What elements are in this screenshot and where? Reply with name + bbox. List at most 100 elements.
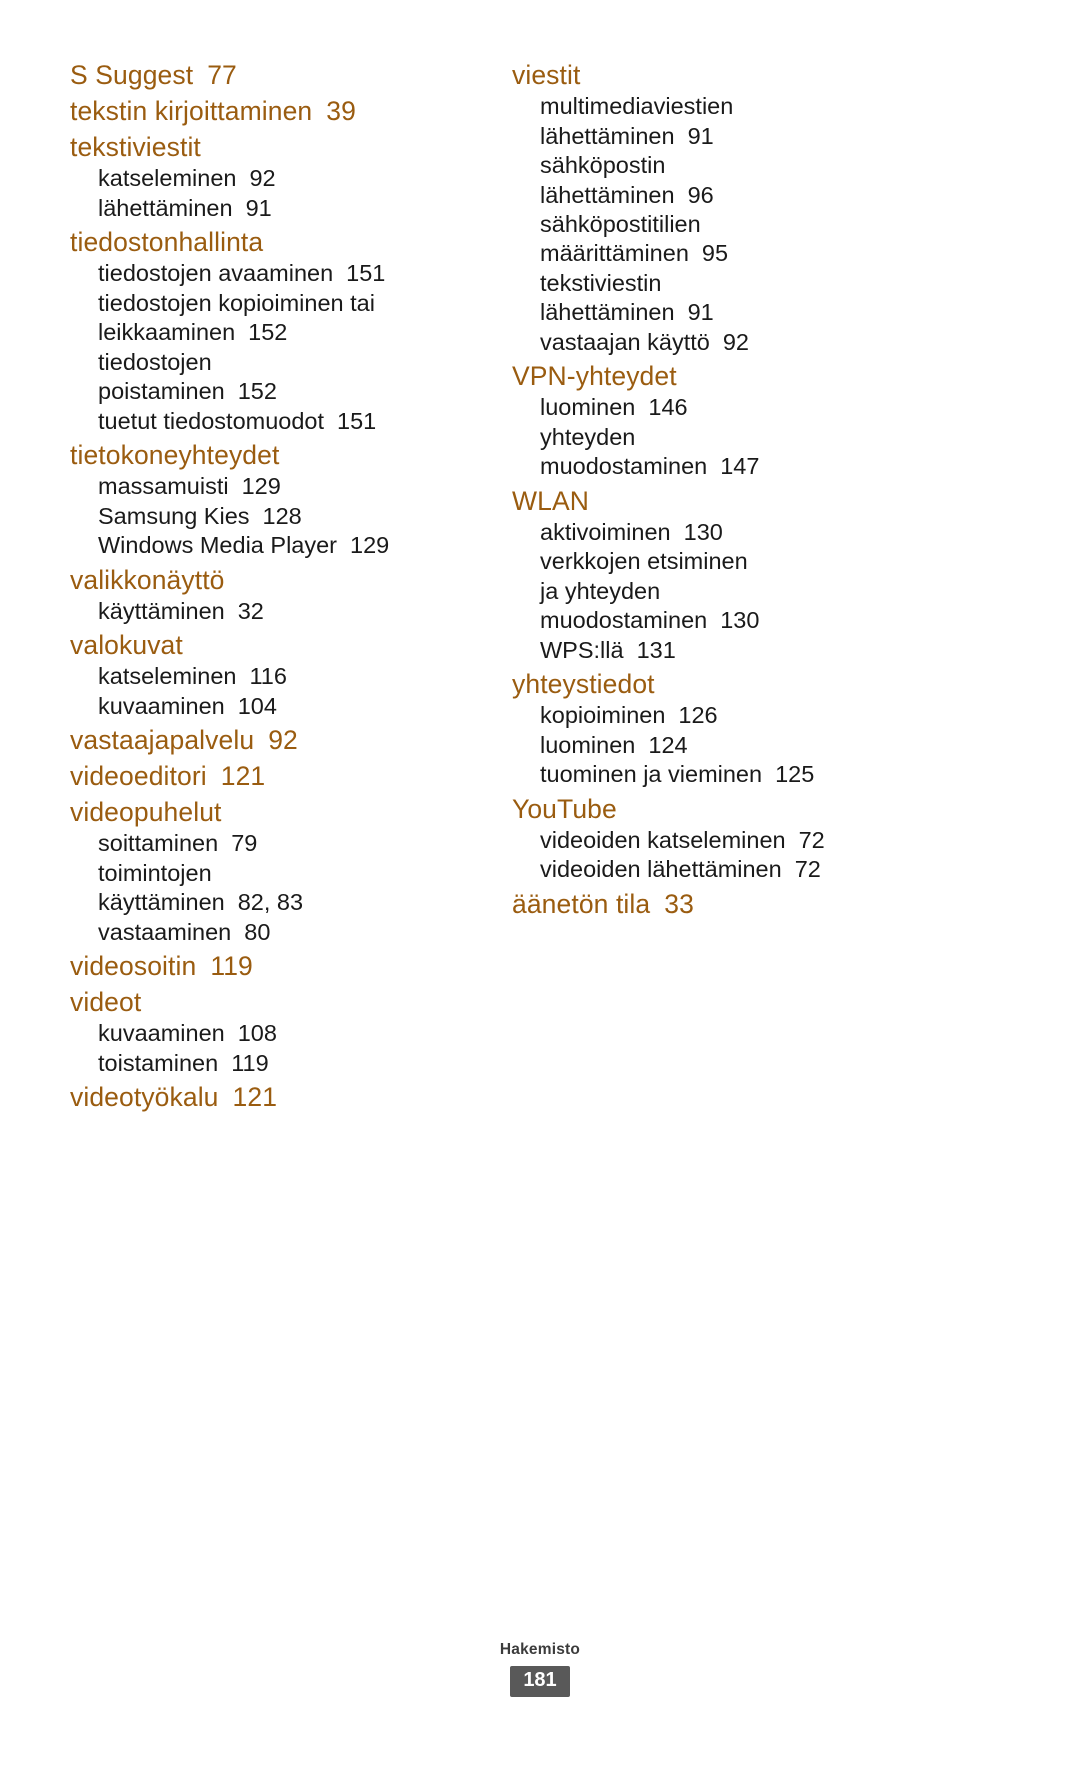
- index-subentry[interactable]: soittaminen 79: [70, 829, 498, 858]
- index-entry-term: valokuvat: [70, 630, 183, 661]
- index-subentry[interactable]: vastaaminen 80: [70, 918, 498, 947]
- index-subentry-page: 124: [648, 731, 688, 758]
- index-entry-heading-tiedostonhallinta[interactable]: tiedostonhallinta: [70, 225, 498, 259]
- index-subentry[interactable]: leikkaaminen 152: [70, 318, 498, 347]
- index-entry: viestit multimediaviestien lähettäminen 91 s…: [512, 58, 940, 357]
- index-entry: tiedostonhallinta tiedostojen avaaminen 15…: [70, 225, 498, 436]
- index-columns: S Suggest 77 tekstin kirjoittaminen 39 tekst…: [70, 58, 1010, 1116]
- index-entry-heading-yhteystiedot[interactable]: yhteystiedot: [512, 667, 940, 701]
- index-subentry-page: 72: [798, 826, 825, 853]
- index-subentry[interactable]: muodostaminen 147: [512, 452, 940, 481]
- index-subentry[interactable]: lähettäminen 91: [70, 194, 498, 223]
- index-subentry[interactable]: lähettäminen 91: [512, 298, 940, 327]
- index-subentry[interactable]: verkkojen etsiminen: [512, 547, 940, 576]
- index-entry-term: äänetön tila: [512, 888, 651, 919]
- page-footer: Hakemisto 181: [0, 1641, 1080, 1697]
- index-entry-heading-tekstiviestit[interactable]: tekstiviestit: [70, 130, 498, 164]
- index-subentry[interactable]: aktivoiminen 130: [512, 518, 940, 547]
- index-subentry-label: sähköpostitilien: [540, 210, 701, 237]
- index-subentry[interactable]: WPS:llä 131: [512, 636, 940, 665]
- index-subentry[interactable]: tuetut tiedostomuodot 151: [70, 407, 498, 436]
- index-subentry[interactable]: käyttäminen 32: [70, 597, 498, 626]
- index-subentry[interactable]: videoiden katseleminen 72: [512, 826, 940, 855]
- index-subentry[interactable]: muodostaminen 130: [512, 606, 940, 635]
- index-subentry-label: lähettäminen: [540, 181, 675, 208]
- index-entry: tietokoneyhteydet massamuisti 129 Samsung K…: [70, 438, 498, 561]
- index-subentry-label: verkkojen etsiminen: [540, 548, 748, 575]
- index-subentry[interactable]: toistaminen 119: [70, 1049, 498, 1078]
- index-entry-heading-s-suggest[interactable]: S Suggest 77: [70, 58, 498, 92]
- index-subentry-page: 91: [687, 299, 714, 326]
- index-entry-term: S Suggest: [70, 60, 194, 90]
- index-subentry[interactable]: katseleminen 92: [70, 164, 498, 193]
- index-entry: äänetön tila 33: [512, 887, 940, 921]
- index-entry-heading-videosoitin[interactable]: videosoitin 119: [70, 949, 498, 983]
- index-subentry[interactable]: käyttäminen 82, 83: [70, 888, 498, 917]
- index-subentry-page: 32: [237, 597, 264, 624]
- index-subentry[interactable]: katseleminen 116: [70, 662, 498, 691]
- index-subentry[interactable]: tiedostojen: [70, 348, 498, 377]
- index-entry-heading-tietokoneyhteydet[interactable]: tietokoneyhteydet: [70, 438, 498, 472]
- index-subentry[interactable]: lähettäminen 96: [512, 181, 940, 210]
- index-entry: videotyökalu 121: [70, 1080, 498, 1114]
- index-subentry-label: luominen: [540, 731, 636, 758]
- index-subentry[interactable]: määrittäminen 95: [512, 239, 940, 268]
- index-subentry-page: 131: [636, 636, 676, 663]
- index-subentry[interactable]: luominen 124: [512, 731, 940, 760]
- index-subentry-label: kuvaaminen: [98, 1020, 225, 1047]
- index-subentry[interactable]: vastaajan käyttö 92: [512, 328, 940, 357]
- index-subentry[interactable]: tekstiviestin: [512, 269, 940, 298]
- index-subentry[interactable]: sähköpostitilien: [512, 210, 940, 239]
- index-entry-page: 33: [664, 888, 694, 919]
- index-subentry[interactable]: massamuisti 129: [70, 472, 498, 501]
- index-subentry[interactable]: yhteyden: [512, 423, 940, 452]
- index-column-left: S Suggest 77 tekstin kirjoittaminen 39 tekst…: [70, 58, 498, 1116]
- index-subentry-page: 79: [231, 830, 258, 857]
- index-subentry-page: 129: [350, 532, 390, 559]
- index-subentry[interactable]: Windows Media Player 129: [70, 531, 498, 560]
- index-entry-term: WLAN: [512, 485, 589, 516]
- index-subentry[interactable]: ja yhteyden: [512, 577, 940, 606]
- index-entry-heading-vastaajapalvelu[interactable]: vastaajapalvelu 92: [70, 723, 498, 757]
- index-entry-heading-aaneton-tila[interactable]: äänetön tila 33: [512, 887, 940, 921]
- index-entry-page: 119: [210, 951, 253, 982]
- index-entry-term: tiedostonhallinta: [70, 227, 264, 258]
- index-subentry[interactable]: Samsung Kies 128: [70, 502, 498, 531]
- index-entry-heading-youtube[interactable]: YouTube: [512, 792, 940, 826]
- index-subentry-label: tiedostojen kopioiminen tai: [98, 289, 375, 316]
- index-subentry[interactable]: kuvaaminen 108: [70, 1019, 498, 1048]
- index-entry-heading-valikkonaytto[interactable]: valikkonäyttö: [70, 563, 498, 597]
- index-subentry-label: yhteyden: [540, 423, 636, 450]
- index-entry-term: valikkonäyttö: [70, 564, 225, 595]
- index-subentry[interactable]: kopioiminen 126: [512, 701, 940, 730]
- index-subentry[interactable]: kuvaaminen 104: [70, 692, 498, 721]
- index-subentry-label: tekstiviestin: [540, 269, 662, 296]
- index-entry-heading-tekstin-kirjoittaminen[interactable]: tekstin kirjoittaminen 39: [70, 94, 498, 128]
- index-subentry[interactable]: videoiden lähettäminen 72: [512, 855, 940, 884]
- index-entry-heading-wlan[interactable]: WLAN: [512, 484, 940, 518]
- index-subentry-label: määrittäminen: [540, 240, 689, 267]
- index-subentry[interactable]: multimediaviestien: [512, 92, 940, 121]
- index-subentry[interactable]: tuominen ja vieminen 125: [512, 760, 940, 789]
- index-subentry-label: soittaminen: [98, 830, 219, 857]
- footer-section-label: Hakemisto: [499, 1641, 581, 1658]
- index-subentry[interactable]: tiedostojen kopioiminen tai: [70, 289, 498, 318]
- index-subentry[interactable]: luominen 146: [512, 393, 940, 422]
- index-entry: valikkonäyttö käyttäminen 32: [70, 563, 498, 627]
- index-entry-heading-viestit[interactable]: viestit: [512, 58, 940, 92]
- index-subentry-label: massamuisti: [98, 473, 229, 500]
- index-subentry[interactable]: poistaminen 152: [70, 377, 498, 406]
- index-entry-heading-videoeditori[interactable]: videoeditori 121: [70, 759, 498, 793]
- index-entry-heading-vpn-yhteydet[interactable]: VPN-yhteydet: [512, 359, 940, 393]
- index-entry-term: vastaajapalvelu: [70, 725, 255, 756]
- index-subentry[interactable]: lähettäminen 91: [512, 122, 940, 151]
- index-entry-heading-videot[interactable]: videot: [70, 985, 498, 1019]
- index-subentry[interactable]: tiedostojen avaaminen 151: [70, 259, 498, 288]
- index-subentry[interactable]: toimintojen: [70, 859, 498, 888]
- index-entry-heading-videopuhelut[interactable]: videopuhelut: [70, 795, 498, 829]
- index-subentry-page: 91: [245, 194, 272, 221]
- index-entry-heading-videotyokalu[interactable]: videotyökalu 121: [70, 1080, 498, 1114]
- index-subentry[interactable]: sähköpostin: [512, 151, 940, 180]
- index-entry-heading-valokuvat[interactable]: valokuvat: [70, 628, 498, 662]
- index-subentry-page: 80: [244, 918, 271, 945]
